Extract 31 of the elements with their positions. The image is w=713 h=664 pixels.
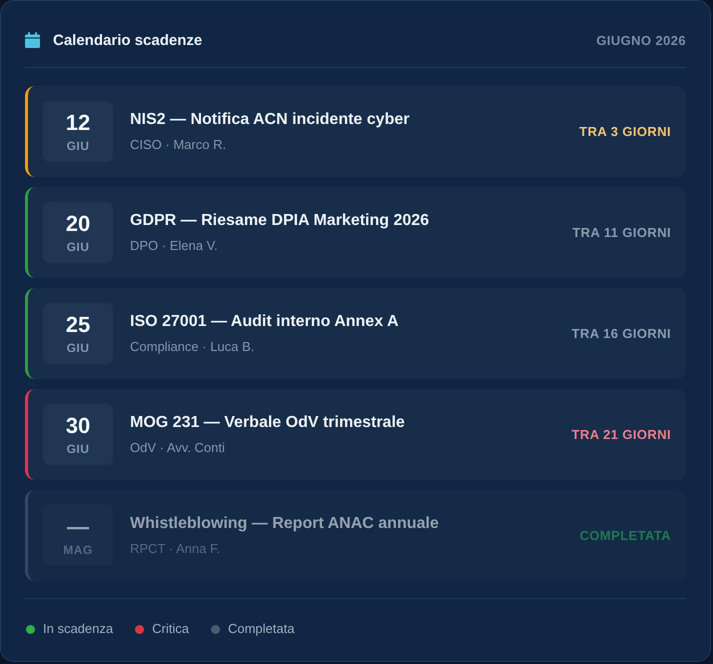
due-status: COMPLETATA (578, 528, 671, 543)
date-month: GIU (66, 138, 90, 154)
deadline-title: MOG 231 — Verbale OdV trimestrale (130, 412, 405, 432)
deadline-title: GDPR — Riesame DPIA Marketing 2026 (130, 210, 430, 230)
deadline-owner: OdV · Avv. Conti (130, 438, 226, 456)
deadline-title: Whistleblowing — Report ANAC annuale (130, 514, 439, 534)
calendar-icon (25, 32, 40, 48)
deadline-owner: RPCT · Anna F. (130, 540, 222, 558)
date-month: MAG (63, 542, 93, 558)
date-month: GIU (66, 340, 90, 356)
date-day: 30 (66, 412, 90, 438)
period-label: GIUGNO 2026 (596, 32, 686, 48)
date-month: GIU (66, 238, 90, 254)
date-day: — (67, 514, 89, 540)
panel-title: Calendario scadenze (53, 32, 202, 48)
legend-label: Critica (152, 621, 189, 637)
deadline-title: ISO 27001 — Audit interno Annex A (130, 312, 398, 332)
due-status: TRA 3 GIORNI (578, 124, 671, 139)
deadline-owner: DPO · Elena V. (130, 236, 219, 254)
legend-label: In scadenza (43, 621, 114, 637)
due-status: TRA 11 GIORNI (571, 225, 671, 240)
legend-label: Completata (228, 621, 294, 637)
deadline-owner: Compliance · Luca B. (130, 338, 256, 356)
date-day: 25 (66, 312, 90, 338)
due-status: TRA 16 GIORNI (570, 326, 671, 341)
deadline-owner: CISO · Marco R. (130, 136, 228, 154)
deadline-title: NIS2 — Notifica ACN incidente cyber (130, 110, 410, 130)
date-month: GIU (66, 440, 90, 456)
due-status: TRA 21 GIORNI (570, 427, 671, 442)
date-day: 20 (66, 210, 90, 236)
date-day: 12 (66, 110, 90, 136)
